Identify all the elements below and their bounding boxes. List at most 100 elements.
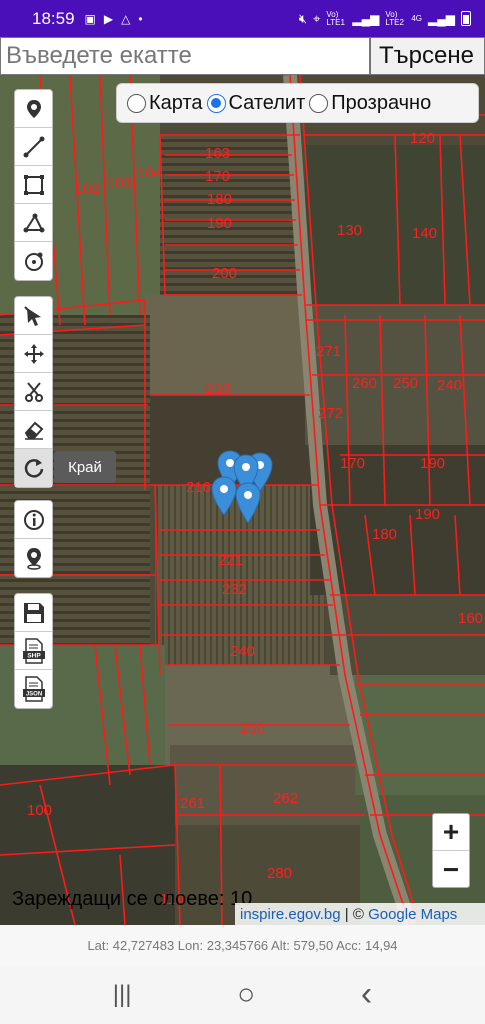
parcel-label: 120 <box>410 130 436 147</box>
marker-icon <box>26 99 41 118</box>
save-button[interactable] <box>15 594 52 632</box>
radio-map[interactable] <box>127 93 146 113</box>
layer-option-map[interactable]: Карта <box>127 92 203 115</box>
draw-toolbar <box>14 89 53 281</box>
back-button[interactable]: ‹ <box>361 975 372 1014</box>
battery-icon <box>461 11 471 26</box>
parcel-label: 210 <box>205 380 231 397</box>
svg-text:SHP: SHP <box>27 652 41 659</box>
layer-switcher: Карта Сателит Прозрачно <box>116 83 479 123</box>
parcel-label: 280 <box>267 865 293 882</box>
parcel-label: 160 <box>458 610 484 627</box>
net1-label: Vo) LTE1 <box>326 9 345 27</box>
layer-option-satellite[interactable]: Сателит <box>206 91 306 115</box>
parcel-label: 190 <box>207 215 233 232</box>
youtube-icon: ▶ <box>103 11 114 26</box>
search-button[interactable]: Търсене <box>370 37 485 75</box>
json-export-button[interactable]: JSON <box>15 670 52 708</box>
map-view[interactable]: Карта Сателит Прозрачно Край SHP JSON 16… <box>0 75 485 925</box>
edit-pointer-icon <box>23 305 41 326</box>
polyline-icon <box>23 136 44 157</box>
circle-marker-icon <box>24 252 43 271</box>
parcel-label: 272 <box>318 405 344 422</box>
draw-circle-button[interactable] <box>15 242 52 280</box>
eraser-button[interactable] <box>15 411 52 449</box>
draw-polyline-button[interactable] <box>15 128 52 166</box>
cut-icon <box>24 381 43 402</box>
rotate-icon <box>24 459 43 478</box>
signal2-icon: ▂▄▆ <box>428 11 455 26</box>
parcel-label: 140 <box>412 225 438 242</box>
parcel-label: 221 <box>218 552 244 569</box>
marker-cluster[interactable] <box>208 447 280 532</box>
info-toolbar <box>14 500 53 578</box>
attribution-source-link[interactable]: inspire.egov.bg <box>240 906 341 923</box>
parcel-label: 190 <box>420 455 446 472</box>
gps-coordinates: Lat: 42,727483 Lon: 23,345766 Alt: 579,5… <box>0 925 485 965</box>
parcel-label: 180 <box>207 191 233 208</box>
status-bar: 18:59 ▣ ▶ △ • 🔇︎ ⌖ Vo) LTE1 ▂▄▆ Vo) LTE2… <box>0 0 485 37</box>
info-icon <box>23 509 44 530</box>
parcel-label: 260 <box>352 375 378 392</box>
layer-label-satellite: Сателит <box>228 91 306 114</box>
map-attribution: inspire.egov.bg | © Google Maps <box>235 903 485 925</box>
zoom-in-button[interactable]: + <box>433 814 469 851</box>
layer-label-map: Карта <box>149 91 203 114</box>
parcel-label: 232 <box>222 581 248 598</box>
location-button[interactable] <box>15 539 52 577</box>
attribution-maps-link[interactable]: Google Maps <box>368 906 457 923</box>
draw-polygon-button[interactable] <box>15 204 52 242</box>
home-button[interactable]: ○ <box>237 978 255 1012</box>
shp-export-icon: SHP <box>22 637 45 664</box>
move-icon <box>23 343 44 364</box>
net3-label: 4G <box>411 13 423 23</box>
parcel-label: 100 <box>27 802 53 819</box>
parcel-label: 262 <box>273 790 299 807</box>
parcel-label: 250 <box>393 375 419 392</box>
android-nav-bar: ||| ○ ‹ <box>0 965 485 1024</box>
parcel-label: 170 <box>205 168 231 185</box>
parcel-label: 240 <box>437 377 463 394</box>
search-input[interactable] <box>0 37 370 75</box>
parcel-label: 103 <box>107 175 133 192</box>
recents-button[interactable]: ||| <box>113 981 132 1009</box>
cut-button[interactable] <box>15 373 52 411</box>
zoom-out-button[interactable]: − <box>433 851 469 888</box>
mute-icon: 🔇︎ <box>298 10 308 26</box>
dot-icon: • <box>138 11 143 26</box>
parcel-label: 240 <box>230 643 256 660</box>
parcel-label: 130 <box>337 222 363 239</box>
draw-rectangle-button[interactable] <box>15 166 52 204</box>
radio-satellite[interactable] <box>206 93 226 113</box>
draw-marker-button[interactable] <box>15 90 52 128</box>
eraser-icon <box>24 421 43 440</box>
parcel-label: 261 <box>180 795 206 812</box>
parcel-label: 190 <box>415 506 441 523</box>
zoom-control: + − <box>432 813 470 888</box>
edit-toolbar <box>14 296 53 488</box>
rotate-button[interactable] <box>15 449 52 487</box>
move-button[interactable] <box>15 335 52 373</box>
layer-option-transparent[interactable]: Прозрачно <box>309 92 431 115</box>
parcel-label: 104 <box>137 165 163 182</box>
radio-transparent[interactable] <box>309 93 329 113</box>
attribution-separator: | © <box>340 905 369 923</box>
shp-export-button[interactable]: SHP <box>15 632 52 670</box>
parcel-label: 170 <box>340 455 366 472</box>
edit-pointer-button[interactable] <box>15 297 52 335</box>
polygon-icon <box>23 213 44 232</box>
parcel-label: 180 <box>372 526 398 543</box>
rotate-tooltip: Край <box>54 451 116 483</box>
parcel-label: 102 <box>75 180 101 197</box>
info-button[interactable] <box>15 501 52 539</box>
export-toolbar: SHP JSON <box>14 593 53 709</box>
parcel-label: 200 <box>212 265 238 282</box>
parcel-label: 271 <box>316 343 342 360</box>
signal-icon: ▂▄▆ <box>352 11 380 26</box>
status-time: 18:59 <box>32 8 75 28</box>
layer-label-transparent: Прозрачно <box>331 91 432 114</box>
net2-label: Vo) LTE2 <box>385 9 404 27</box>
search-bar: Търсене <box>0 37 485 75</box>
svg-text:JSON: JSON <box>25 692 41 698</box>
notification-icons: ▣ ▶ △ • <box>85 12 143 26</box>
